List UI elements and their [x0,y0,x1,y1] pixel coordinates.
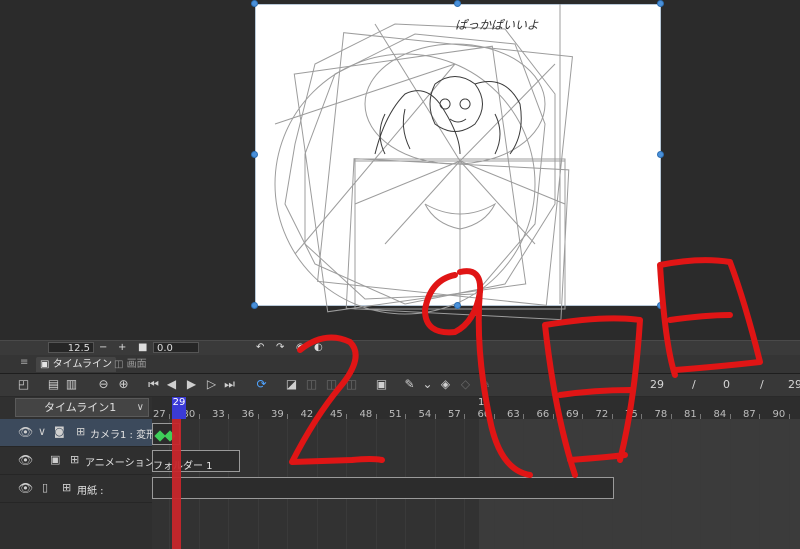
timeline-tab-icon: ▣ [40,359,53,370]
edit-pen-icon[interactable]: ✎ [478,377,493,392]
layer-list: 👁 ∨ ◙ ⊞ カメラ1 : 変形 👁 ▣ ⊞ アニメーションフォル 👁 ▯ ⊞… [0,419,152,549]
transform-handle-bottom[interactable] [454,302,461,309]
grid-line [729,419,731,549]
playhead-frame-badge[interactable]: 29 [172,397,186,408]
layer-row-animation-folder[interactable]: 👁 ▣ ⊞ アニメーションフォル [0,447,152,475]
transform-handle-top-left[interactable] [251,0,258,7]
tab-timeline[interactable]: ▣ タイムライン [36,357,116,372]
tab-subview-label: 画面 [126,359,147,370]
new-timeline-icon[interactable]: ◰ [16,377,31,392]
layer-name: アニメーションフォル [85,458,152,469]
prev-frame-icon[interactable]: ◀ [164,377,179,392]
rotation-value-field[interactable]: 0.0 [153,342,199,354]
paper-track-bar[interactable] [152,477,614,499]
specify-cel-icon[interactable]: ◪ [284,377,299,392]
camera-icon: ◙ [54,425,65,438]
grid-line [700,419,701,549]
panel-menu-icon[interactable]: ≡ [20,357,28,368]
rotate-right-icon[interactable]: ↷ [276,341,284,355]
end-frame-readout[interactable]: 0 [723,377,730,392]
transform-handle-top-right[interactable] [657,0,664,7]
timeline-selector[interactable]: タイムライン1 ∨ [15,398,149,417]
subview-tab-icon: ◫ [114,359,127,370]
cel-icon[interactable]: ▤ [46,377,61,392]
export-icon[interactable]: ▣ [374,377,389,392]
first-frame-icon[interactable]: ⏮ [146,377,161,392]
last-frame-icon[interactable]: ⏭ [222,377,237,392]
zoom-out-button[interactable]: − [99,341,107,355]
eye-icon[interactable]: 👁 [18,481,33,495]
navigator-strip: 12.5 − + ■ 0.0 ↶ ↷ ◉ ◐ [0,340,800,356]
play-icon[interactable]: ▶ [184,377,199,392]
chevron-down-icon: ∨ [136,402,144,413]
panel-tab-bar: ≡ ▣ タイムライン ◫ 画面 [0,355,800,374]
onion-icon[interactable]: ◫ [304,377,319,392]
chevron-down-icon[interactable]: ∨ [38,425,46,438]
frame-ruler[interactable]: 27 30 33 36 39 42 45 48 51 54 57 60 63 66 69 72 75 78 81 84… [152,397,800,420]
frame-separator: / [692,378,696,391]
flip-icon[interactable]: ◐ [314,341,323,355]
plus-icon[interactable]: ⊞ [70,453,79,466]
sketch-drawing [274,4,573,321]
layer-row-paper[interactable]: 👁 ▯ ⊞ 用紙 : [0,475,152,503]
layer-name: カメラ1 : 変形 [90,430,152,441]
keyframe-icon[interactable]: ◈ [438,377,453,392]
zoom-out-timeline-icon[interactable]: ⊖ [96,377,111,392]
grid-line [788,419,790,549]
transform-handle-bottom-right[interactable] [657,302,664,309]
playhead-marker[interactable] [172,408,186,419]
lighttable-icon[interactable]: ◫ [324,377,339,392]
eye-icon[interactable]: 👁 [18,425,33,439]
frame-separator-2: / [760,378,764,391]
grid-line [670,419,672,549]
playhead-line[interactable] [172,419,181,549]
total-frame-readout[interactable]: 29 [788,377,800,392]
paper-icon: ▯ [42,481,49,494]
grid-line [759,419,760,549]
current-frame-readout[interactable]: 29 [650,377,664,392]
pen-icon[interactable]: ✎ [402,377,417,392]
folder-icon: ▣ [50,453,61,466]
timeline-selector-value: タイムライン1 [44,401,117,414]
timeline-toolbar: ◰ ▤ ▥ ⊖ ⊕ ⏮ ◀ ▶ ▷ ⏭ ⟳ ◪ ◫ ◫ ◫ ▣ ✎ ⌄ ◈ ◇ … [0,374,800,396]
transform-handle-left[interactable] [251,151,258,158]
tab-timeline-label: タイムライン [52,359,112,370]
transform-handle-bottom-left[interactable] [251,302,258,309]
interpolation-icon[interactable]: ◇ [458,377,473,392]
transform-handle-right[interactable] [657,151,664,158]
next-frame-icon[interactable]: ▷ [204,377,219,392]
ruler-marker: 1 [478,397,485,408]
layer-row-camera[interactable]: 👁 ∨ ◙ ⊞ カメラ1 : 変形 [0,419,152,447]
zoom-value-field[interactable]: 12.5 [48,342,94,354]
rotate-left-icon[interactable]: ↶ [256,341,264,355]
tab-subview[interactable]: ◫ 画面 [110,357,151,372]
zoom-in-timeline-icon[interactable]: ⊕ [116,377,131,392]
grid-line [641,419,642,549]
transform-handle-top[interactable] [454,0,461,7]
timeline-tracks[interactable]: フォルダー 1 [152,419,800,549]
zoom-in-button[interactable]: + [118,341,126,355]
eye-icon[interactable]: 👁 [18,453,33,467]
track-label: フォルダー 1 [153,461,213,472]
layer-name: 用紙 : [77,486,104,497]
chevron-down-icon[interactable]: ⌄ [420,377,435,392]
loop-icon[interactable]: ⟳ [254,377,269,392]
fit-icon[interactable]: ■ [138,341,147,355]
new-cel-icon[interactable]: ▥ [64,377,79,392]
reset-rotation-icon[interactable]: ◉ [296,341,305,355]
plus-icon[interactable]: ⊞ [62,481,71,494]
plus-icon[interactable]: ⊞ [76,425,85,438]
paper-note: ぱっかぱいいよ [455,18,539,32]
retime-icon[interactable]: ◫ [344,377,359,392]
